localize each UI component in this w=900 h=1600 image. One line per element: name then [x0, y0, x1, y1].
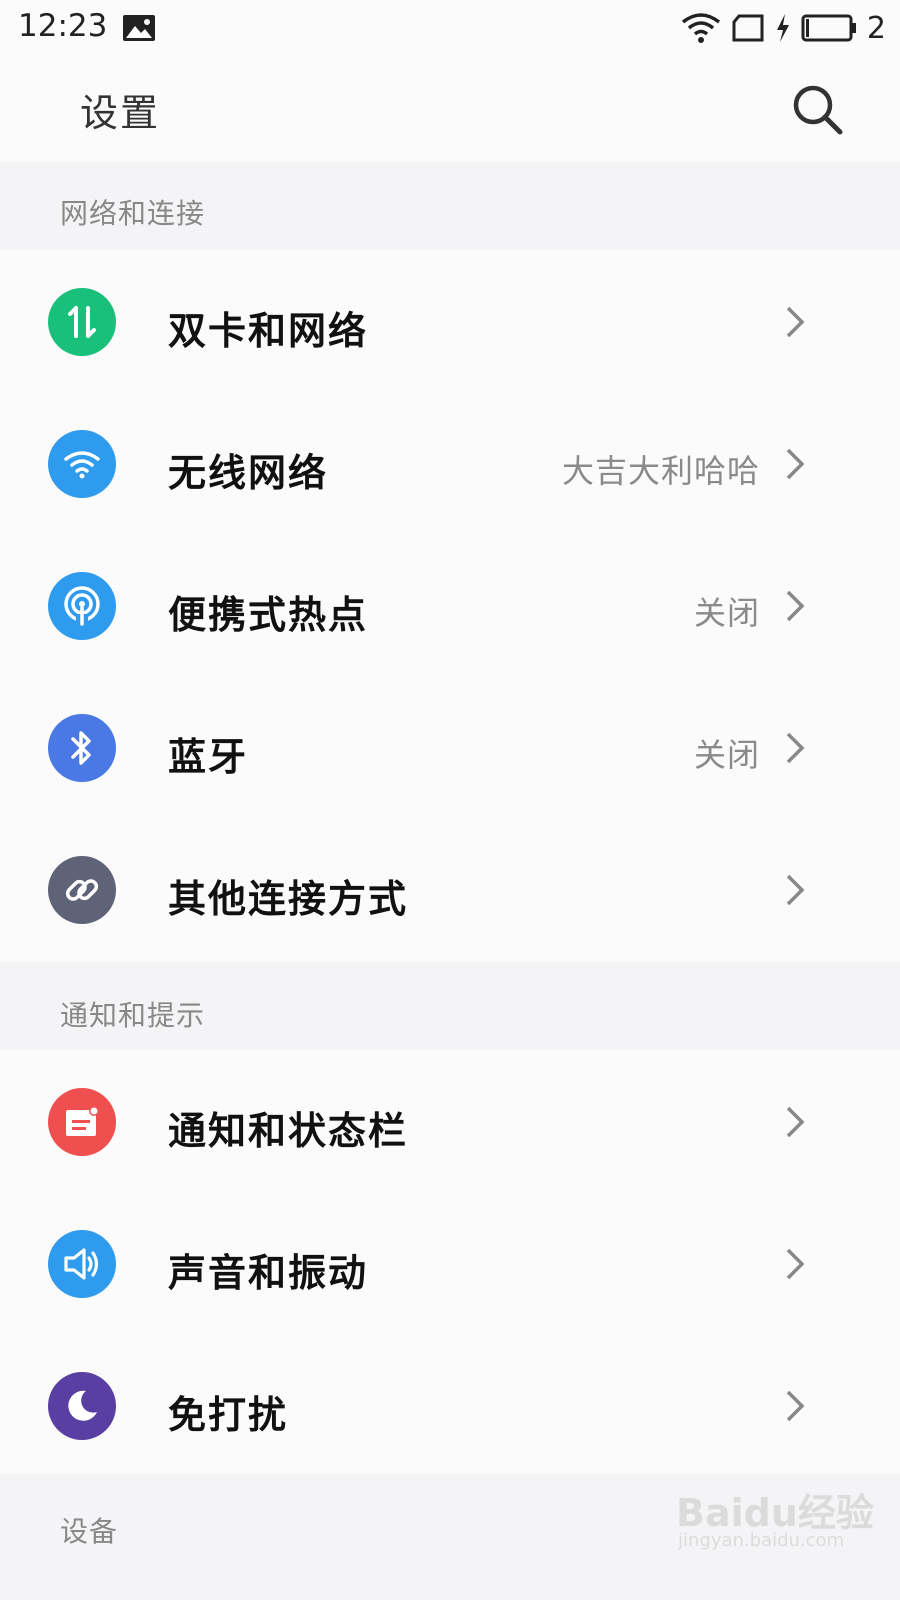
section-header-network: 网络和连接 [0, 162, 900, 250]
settings-item-do-not-disturb[interactable]: 免打扰 [0, 1334, 900, 1478]
item-label: 通知和状态栏 [168, 1109, 409, 1153]
chevron-right-icon [786, 1248, 805, 1280]
search-icon[interactable] [790, 82, 844, 136]
chevron-right-icon [786, 732, 805, 764]
dual-sim-icon [48, 288, 116, 356]
notification-icon [48, 1088, 116, 1156]
app-header: 设置 [0, 56, 900, 163]
settings-item-wifi[interactable]: 无线网络 大吉大利哈哈 [0, 392, 900, 536]
settings-group-notifications: 通知和状态栏 声音和振动 免打扰 [0, 1050, 900, 1474]
settings-group-network: 双卡和网络 无线网络 大吉大利哈哈 便携式热点 关闭 蓝牙 关闭 其他连接方式 [0, 250, 900, 962]
sim-icon [732, 14, 764, 42]
settings-item-other-connections[interactable]: 其他连接方式 [0, 818, 900, 962]
status-bar: 12:23 2 [0, 0, 900, 56]
hotspot-icon [48, 572, 116, 640]
link-icon [48, 856, 116, 924]
moon-icon [48, 1372, 116, 1440]
battery-icon [801, 14, 856, 42]
item-value: 大吉大利哈哈 [561, 452, 760, 490]
battery-level: 2 [866, 10, 886, 46]
photo-notification-icon [123, 15, 155, 41]
item-label: 双卡和网络 [168, 309, 369, 353]
item-label: 无线网络 [168, 451, 329, 495]
settings-item-bluetooth[interactable]: 蓝牙 关闭 [0, 676, 900, 820]
settings-item-sound[interactable]: 声音和振动 [0, 1192, 900, 1336]
settings-item-hotspot[interactable]: 便携式热点 关闭 [0, 534, 900, 678]
item-label: 声音和振动 [168, 1251, 369, 1295]
item-value: 关闭 [693, 736, 760, 774]
chevron-right-icon [786, 590, 805, 622]
chevron-right-icon [786, 874, 805, 906]
item-label: 便携式热点 [168, 593, 369, 637]
item-value: 关闭 [693, 594, 760, 632]
watermark-text: Baidu经验 [676, 1491, 874, 1535]
item-label: 其他连接方式 [168, 877, 409, 921]
section-label: 通知和提示 [60, 999, 206, 1032]
item-label: 免打扰 [168, 1393, 289, 1437]
settings-item-notifications[interactable]: 通知和状态栏 [0, 1050, 900, 1194]
charging-icon [776, 14, 789, 42]
status-icons: 2 [681, 8, 886, 48]
watermark-sub: jingyan.baidu.com [678, 1530, 845, 1551]
chevron-right-icon [786, 306, 805, 338]
section-label: 设备 [60, 1515, 119, 1548]
status-time: 12:23 [18, 8, 108, 44]
chevron-right-icon [786, 448, 805, 480]
wifi-icon [48, 430, 116, 498]
chevron-right-icon [786, 1390, 805, 1422]
page-title: 设置 [80, 91, 161, 135]
item-label: 蓝牙 [168, 735, 249, 779]
bluetooth-icon [48, 714, 116, 782]
section-label: 网络和连接 [60, 197, 206, 230]
sound-icon [48, 1230, 116, 1298]
section-header-notifications: 通知和提示 [0, 962, 900, 1050]
wifi-icon [681, 13, 720, 43]
settings-item-dual-sim[interactable]: 双卡和网络 [0, 250, 900, 394]
watermark: Baidu经验 jingyan.baidu.com [676, 1474, 876, 1564]
chevron-right-icon [786, 1106, 805, 1138]
